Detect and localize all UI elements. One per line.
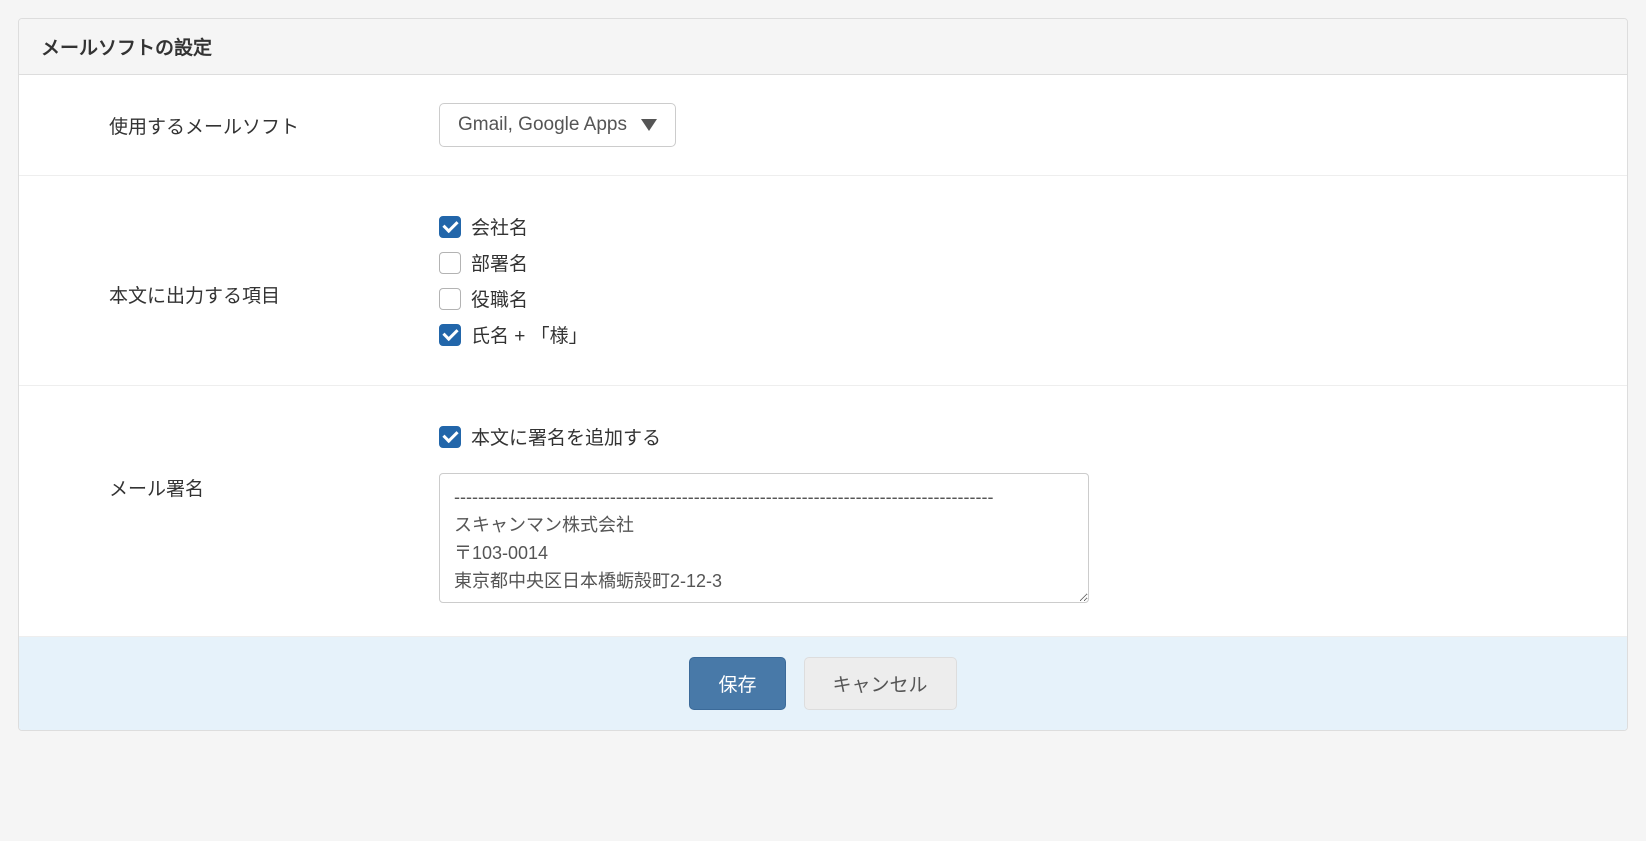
output-item-checkbox[interactable] <box>439 252 461 274</box>
label-output-items: 本文に出力する項目 <box>19 204 439 308</box>
panel-header: メールソフトの設定 <box>19 19 1627 75</box>
output-item-row: 部署名 <box>439 249 1603 276</box>
save-button[interactable]: 保存 <box>689 657 785 710</box>
signature-add-checkbox-label: 本文に署名を追加する <box>471 423 661 450</box>
cancel-button[interactable]: キャンセル <box>804 657 957 710</box>
output-item-checkbox[interactable] <box>439 288 461 310</box>
mail-software-select[interactable]: Gmail, Google Apps <box>439 103 676 147</box>
output-item-row: 会社名 <box>439 213 1603 240</box>
panel-title: メールソフトの設定 <box>41 38 212 59</box>
chevron-down-icon <box>641 119 657 131</box>
signature-add-checkbox[interactable] <box>439 426 461 448</box>
output-item-row: 氏名 + 「様」 <box>439 321 1603 348</box>
output-item-row: 役職名 <box>439 285 1603 312</box>
output-item-label: 会社名 <box>471 213 528 240</box>
output-item-checkbox[interactable] <box>439 216 461 238</box>
row-signature: メール署名 本文に署名を追加する <box>19 386 1627 637</box>
mail-settings-panel: メールソフトの設定 使用するメールソフト Gmail, Google Apps … <box>18 18 1628 731</box>
output-item-label: 役職名 <box>471 285 528 312</box>
mail-software-selected-value: Gmail, Google Apps <box>458 114 627 136</box>
label-signature: メール署名 <box>19 414 439 501</box>
content-output-items: 会社名部署名役職名氏名 + 「様」 <box>439 204 1627 357</box>
content-mail-software: Gmail, Google Apps <box>439 103 1627 147</box>
content-signature: 本文に署名を追加する <box>439 414 1627 608</box>
label-mail-software: 使用するメールソフト <box>19 112 439 139</box>
signature-add-check-row: 本文に署名を追加する <box>439 423 1603 450</box>
row-mail-software: 使用するメールソフト Gmail, Google Apps <box>19 75 1627 176</box>
signature-textarea[interactable] <box>439 473 1089 603</box>
output-item-label: 部署名 <box>471 249 528 276</box>
output-item-label: 氏名 + 「様」 <box>471 321 588 348</box>
output-item-checkbox[interactable] <box>439 324 461 346</box>
panel-footer: 保存 キャンセル <box>19 637 1627 730</box>
row-output-items: 本文に出力する項目 会社名部署名役職名氏名 + 「様」 <box>19 176 1627 386</box>
